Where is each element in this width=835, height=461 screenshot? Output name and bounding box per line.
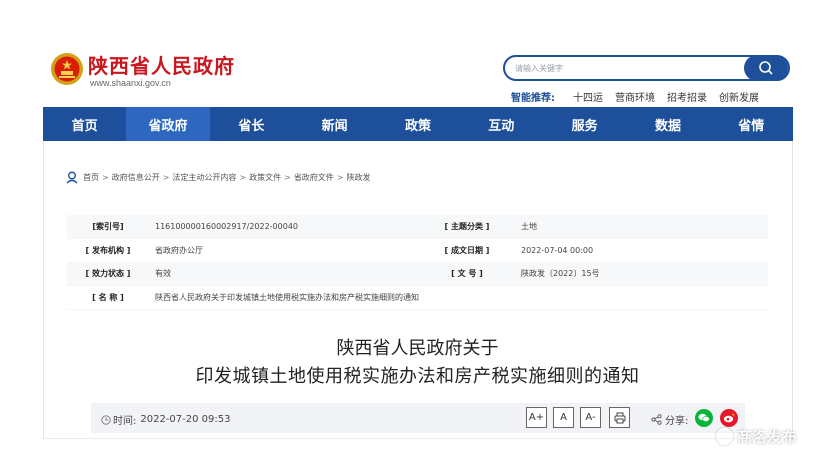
table-row: [索引号] 116100000160002917/2022-00040 [ 主题… (67, 215, 768, 239)
nav-policy[interactable]: 政策 (376, 107, 459, 141)
share-icon (651, 414, 662, 425)
publish-time: 时间: 2022-07-20 09:53 (101, 412, 231, 427)
article-title-line2: 印发城镇土地使用税实施办法和房产税实施细则的通知 (195, 366, 640, 387)
nav-news[interactable]: 新闻 (293, 107, 376, 141)
watermark-text: 商洛发布 (737, 428, 798, 446)
nav-interaction[interactable]: 互动 (460, 107, 543, 141)
rec-link-business-env[interactable]: 营商环境 (615, 89, 655, 104)
clock-icon (101, 414, 111, 425)
meta-value-docno: 陕政发〔2022〕15号 (515, 262, 768, 286)
national-emblem-icon (51, 53, 83, 85)
meta-key-date: [ 成文日期 ] (419, 238, 515, 263)
meta-key-docno: [ 文 号 ] (419, 262, 515, 286)
breadcrumb-home[interactable]: 首页 (83, 172, 99, 183)
site-name[interactable]: 陕西省人民政府 (88, 50, 235, 79)
site-url: www.shaanxi.gov.cn (90, 78, 171, 88)
share-label: 分享: (665, 416, 689, 427)
rec-link-innovation[interactable]: 创新发展 (719, 89, 759, 104)
search-icon (759, 61, 773, 75)
meta-value-topic: 土地 (515, 215, 768, 239)
article-info-bar: 时间: 2022-07-20 09:53 A+ A A- 分享: (91, 403, 745, 433)
smart-rec-label: 智能推荐: (511, 93, 555, 104)
watermark-logo-icon (716, 428, 733, 445)
location-pin-icon (66, 171, 78, 184)
wechat-icon (698, 413, 710, 423)
breadcrumb-policy-docs[interactable]: 政策文件 (249, 172, 281, 183)
search-input[interactable] (515, 60, 735, 77)
nav-service[interactable]: 服务 (543, 107, 626, 141)
print-button[interactable] (609, 407, 630, 428)
search-box (503, 55, 790, 81)
share-weibo-button[interactable] (720, 409, 738, 427)
breadcrumb-statutory[interactable]: 法定主动公开内容 (172, 172, 236, 183)
meta-key-status: [ 效力状态 ] (67, 262, 149, 286)
time-value: 2022-07-20 09:53 (140, 414, 231, 425)
breadcrumb-gov-info[interactable]: 政府信息公开 (112, 172, 160, 183)
document-meta-table: [索引号] 116100000160002917/2022-00040 [ 主题… (67, 215, 768, 310)
rec-link-recruit[interactable]: 招考招录 (667, 89, 707, 104)
breadcrumb-current[interactable]: 陕政发 (347, 172, 371, 183)
nav-home[interactable]: 首页 (43, 107, 126, 141)
rec-link-shisiyun[interactable]: 十四运 (573, 89, 603, 104)
time-label: 时间: (113, 416, 137, 427)
font-increase-button[interactable]: A+ (526, 407, 547, 428)
nav-province-info[interactable]: 省情 (710, 107, 793, 141)
share-area: 分享: (651, 412, 688, 427)
meta-key-name: [ 名 称 ] (67, 285, 149, 310)
table-row: [ 名 称 ] 陕西省人民政府关于印发城镇土地使用税实施办法和房产税实施细则的通… (67, 285, 768, 310)
meta-value-date: 2022-07-04 00:00 (515, 238, 768, 263)
table-row: [ 效力状态 ] 有效 [ 文 号 ] 陕政发〔2022〕15号 (67, 262, 768, 286)
nav-data[interactable]: 数据 (626, 107, 709, 141)
share-wechat-button[interactable] (695, 409, 713, 427)
search-button[interactable] (744, 55, 788, 81)
meta-key-issuer: [ 发布机构 ] (67, 238, 149, 263)
article-title-line1: 陕西省人民政府关于 (336, 338, 499, 359)
breadcrumb-gov-docs[interactable]: 省政府文件 (294, 172, 334, 183)
font-normal-button[interactable]: A (553, 407, 574, 428)
meta-value-name: 陕西省人民政府关于印发城镇土地使用税实施办法和房产税实施细则的通知 (149, 285, 768, 310)
font-decrease-button[interactable]: A- (580, 407, 601, 428)
print-icon (614, 412, 625, 423)
weibo-icon (723, 413, 735, 423)
meta-value-issuer: 省政府办公厅 (149, 238, 419, 263)
meta-value-status: 有效 (149, 262, 419, 286)
breadcrumb: 首页 > 政府信息公开 > 法定主动公开内容 > 政策文件 > 省政府文件 > 陕政发 (66, 171, 371, 184)
meta-value-index: 116100000160002917/2022-00040 (149, 215, 419, 239)
nav-provincial-gov[interactable]: 省政府 (126, 107, 210, 141)
main-nav: 首页 省政府 省长 新闻 政策 互动 服务 数据 省情 (43, 107, 793, 141)
table-row: [ 发布机构 ] 省政府办公厅 [ 成文日期 ] 2022-07-04 00:0… (67, 238, 768, 263)
watermark: 商洛发布 (716, 426, 797, 447)
meta-key-topic: [ 主题分类 ] (419, 215, 515, 239)
meta-key-index: [索引号] (67, 215, 149, 239)
nav-governor[interactable]: 省长 (210, 107, 293, 141)
